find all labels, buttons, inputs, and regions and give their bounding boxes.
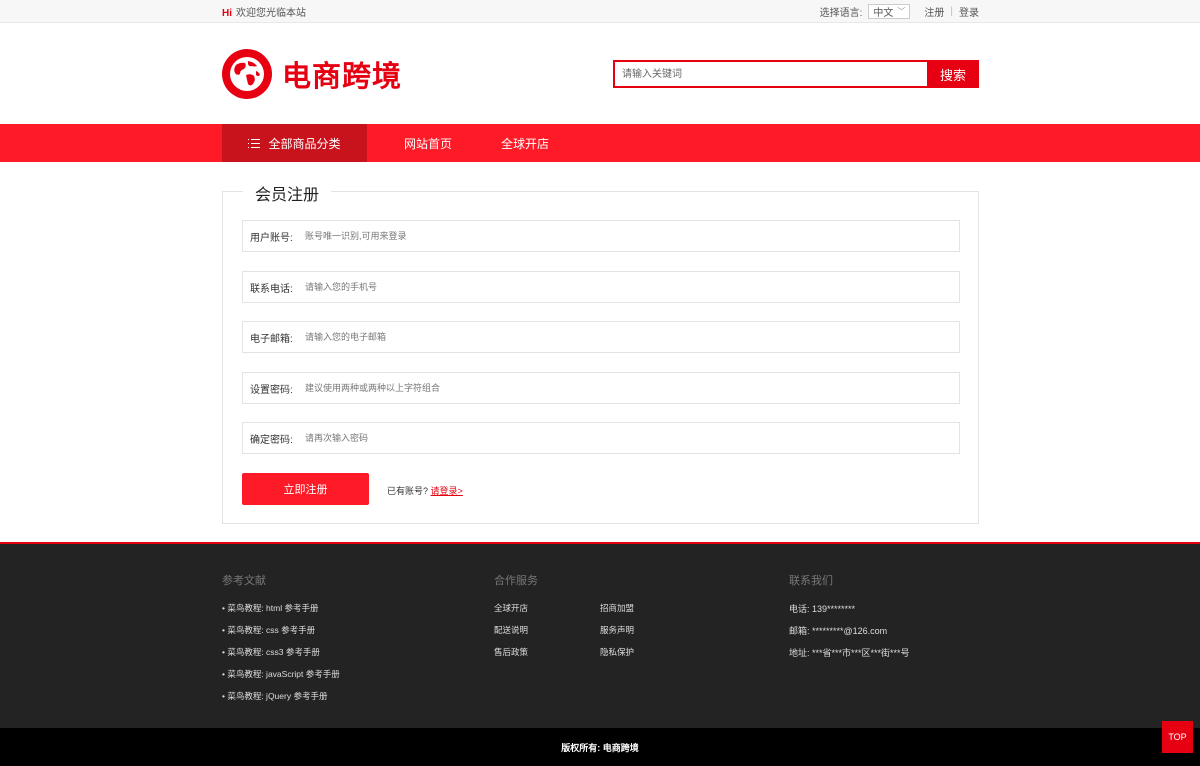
- service-link-global-store[interactable]: 全球开店: [494, 602, 600, 624]
- divider: |: [950, 6, 953, 17]
- welcome-area: Hi 欢迎您光临本站: [222, 4, 306, 19]
- site-logo[interactable]: 电商跨境: [222, 49, 402, 99]
- search-input[interactable]: [613, 60, 927, 88]
- contact-address: 地址: ***省***市***区***街***号: [789, 648, 910, 658]
- service-link-delivery[interactable]: 配送说明: [494, 624, 600, 646]
- register-link[interactable]: 注册: [924, 4, 944, 19]
- main-nav: 全部商品分类 网站首页 全球开店: [0, 124, 1200, 162]
- username-label: 用户账号:: [250, 232, 293, 244]
- email-label: 电子邮箱:: [250, 333, 293, 345]
- email-field[interactable]: 电子邮箱:: [242, 321, 960, 353]
- contact-email: 邮箱: *********@126.com: [789, 626, 888, 636]
- service-link-after-sales[interactable]: 售后政策: [494, 646, 600, 668]
- confirm-password-input[interactable]: [305, 433, 959, 443]
- service-link-privacy[interactable]: 隐私保护: [600, 646, 660, 668]
- all-categories-button[interactable]: 全部商品分类: [222, 124, 367, 162]
- welcome-text: 欢迎您光临本站: [236, 8, 306, 19]
- email-input[interactable]: [305, 332, 959, 342]
- phone-field[interactable]: 联系电话:: [242, 271, 960, 303]
- reference-link[interactable]: • 菜鸟教程: javaScript 参考手册: [222, 668, 340, 690]
- service-link-franchise[interactable]: 招商加盟: [600, 602, 660, 624]
- register-panel: 会员注册 用户账号: 联系电话: 电子邮箱: 设置密码: 确定密码: 立即注册 …: [222, 181, 979, 524]
- contact-title: 联系我们: [789, 575, 833, 587]
- reference-link[interactable]: • 菜鸟教程: jQuery 参考手册: [222, 690, 340, 712]
- globe-icon: [222, 49, 272, 99]
- footer-references: 参考文献 • 菜鸟教程: html 参考手册 • 菜鸟教程: css 参考手册 …: [222, 572, 340, 712]
- login-hint: 已有账号? 请登录>: [387, 484, 463, 497]
- copyright-bar: 版权所有: 电商跨境: [0, 728, 1200, 766]
- hi-badge: Hi: [222, 8, 232, 19]
- service-link-terms[interactable]: 服务声明: [600, 624, 660, 646]
- username-field[interactable]: 用户账号:: [242, 220, 960, 252]
- services-title: 合作服务: [494, 575, 538, 587]
- footer-services: 合作服务 全球开店 招商加盟 配送说明 服务声明 售后政策 隐私保护: [494, 572, 660, 668]
- header: 电商跨境 搜索: [0, 23, 1200, 124]
- copyright-text: 版权所有: 电商跨境: [561, 742, 639, 753]
- phone-input[interactable]: [305, 282, 959, 292]
- login-link[interactable]: 登录: [959, 4, 979, 19]
- language-value: 中文: [873, 8, 894, 19]
- footer-contact: 联系我们 电话: 139******** 邮箱: *********@126.c…: [789, 572, 910, 668]
- register-button[interactable]: 立即注册: [242, 473, 369, 505]
- language-select[interactable]: 中文 ﹀: [868, 4, 911, 19]
- menu-icon: [248, 138, 261, 148]
- password-input[interactable]: [305, 383, 959, 393]
- has-account-text: 已有账号?: [387, 486, 429, 496]
- language-label: 选择语言:: [819, 8, 863, 19]
- phone-label: 联系电话:: [250, 283, 293, 295]
- back-to-top-button[interactable]: TOP: [1162, 721, 1193, 753]
- chevron-down-icon: ﹀: [897, 7, 906, 16]
- reference-link[interactable]: • 菜鸟教程: css3 参考手册: [222, 646, 340, 668]
- all-categories-label: 全部商品分类: [268, 136, 341, 151]
- confirm-password-field[interactable]: 确定密码:: [242, 422, 960, 454]
- nav-link-global-store[interactable]: 全球开店: [501, 135, 549, 152]
- reference-link[interactable]: • 菜鸟教程: html 参考手册: [222, 602, 340, 624]
- nav-link-home[interactable]: 网站首页: [404, 135, 452, 152]
- search-button[interactable]: 搜索: [927, 60, 979, 88]
- references-title: 参考文献: [222, 575, 266, 587]
- password-field[interactable]: 设置密码:: [242, 372, 960, 404]
- login-prompt-link[interactable]: 请登录>: [431, 486, 463, 496]
- contact-phone: 电话: 139********: [789, 604, 856, 614]
- reference-link[interactable]: • 菜鸟教程: css 参考手册: [222, 624, 340, 646]
- logo-text: 电商跨境: [282, 59, 403, 93]
- username-input[interactable]: [305, 231, 959, 241]
- footer: 参考文献 • 菜鸟教程: html 参考手册 • 菜鸟教程: css 参考手册 …: [0, 542, 1200, 728]
- confirm-password-label: 确定密码:: [250, 434, 293, 446]
- top-bar: Hi 欢迎您光临本站 选择语言: 中文 ﹀ 注册 | 登录: [0, 0, 1200, 23]
- panel-title: 会员注册: [243, 181, 332, 205]
- search-bar: 搜索: [613, 60, 979, 88]
- password-label: 设置密码:: [250, 384, 293, 396]
- top-bar-right: 选择语言: 中文 ﹀ 注册 | 登录: [820, 4, 979, 19]
